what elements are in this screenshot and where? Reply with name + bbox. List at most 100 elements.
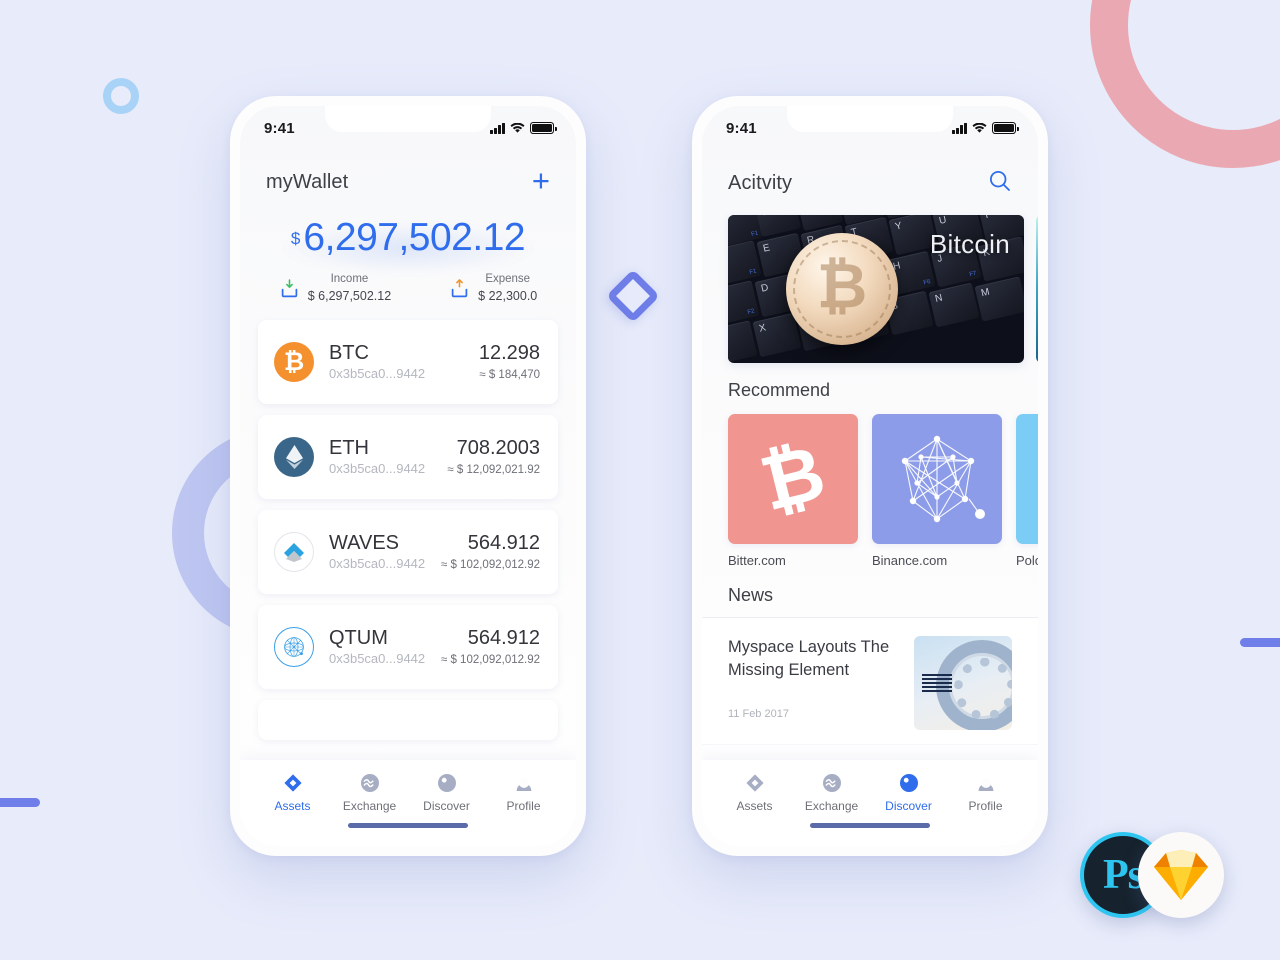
tab-profile[interactable]: Profile: [947, 772, 1024, 813]
tab-discover[interactable]: Discover: [870, 772, 947, 813]
profile-person-icon: [485, 772, 562, 794]
table-row[interactable]: WAVES 0x3b5ca0...9442 564.912 ≈ $ 102,09…: [258, 510, 558, 595]
banner-card-bitcoin[interactable]: ~F1 3 4 5 6 7 8 WF1 EF2 R T Y U I SF2 D: [728, 215, 1024, 363]
income-expense-row: Income $ 6,297,502.12 Expense $ 22,300.0: [240, 272, 576, 304]
add-wallet-button[interactable]: +: [532, 165, 550, 196]
recommend-label: Polone: [1016, 553, 1038, 568]
asset-amounts: 708.2003 ≈ $ 12,092,021.92: [447, 437, 540, 478]
tab-profile[interactable]: Profile: [485, 772, 562, 813]
expense-stat: Expense $ 22,300.0: [449, 272, 537, 304]
discover-compass-icon: [870, 772, 947, 794]
home-indicator[interactable]: [348, 823, 468, 828]
balance-amount: 6,297,502.12: [303, 216, 526, 259]
status-icons: [490, 122, 557, 134]
poloniex-icon: [1016, 414, 1038, 544]
bitcoin-b-icon: ₿: [728, 414, 858, 544]
asset-symbol: WAVES: [329, 531, 400, 554]
tab-label: Discover: [423, 799, 470, 813]
discover-compass-icon: [408, 772, 485, 794]
bitcoin-physical-coin: ₿: [786, 233, 898, 345]
tab-list: Assets Exchange Discover Profile: [240, 760, 576, 813]
status-icons: [952, 122, 1019, 134]
page-title: Acitvity: [728, 171, 793, 194]
wallet-navbar: myWallet +: [240, 146, 576, 196]
news-date: 11 Feb 2017: [728, 707, 789, 720]
asset-address: 0x3b5ca0...9442: [329, 555, 426, 571]
phone-mockup-activity: 9:41 Acitvity ~F1 3 4 5: [692, 96, 1048, 856]
asset-info: QTUM 0x3b5ca0...9442: [329, 627, 441, 668]
expense-value: $ 22,300.0: [478, 288, 538, 303]
signal-bars-icon: [952, 122, 967, 134]
asset-quantity: 564.912: [467, 626, 540, 649]
asset-quantity: 708.2003: [456, 436, 540, 459]
exchange-wave-icon: [331, 772, 408, 794]
qtum-coin-icon: [274, 627, 314, 668]
asset-amounts: 564.912 ≈ $ 102,092,012.92: [441, 532, 540, 573]
tab-exchange[interactable]: Exchange: [793, 772, 870, 813]
list-item[interactable]: Polone: [1016, 414, 1038, 568]
asset-amounts: 564.912 ≈ $ 102,092,012.92: [441, 627, 540, 668]
tab-label: Profile: [506, 799, 541, 813]
bottom-tab-bar: Assets Exchange Discover Profile: [702, 760, 1038, 846]
tab-list: Assets Exchange Discover Profile: [702, 760, 1038, 813]
recommend-label: Bitter.com: [728, 553, 786, 568]
asset-address: 0x3b5ca0...9442: [329, 365, 426, 381]
server-graphic-inner: [954, 658, 1012, 720]
asset-usd-value: ≈ $ 102,092,012.92: [440, 653, 540, 666]
tab-assets[interactable]: Assets: [716, 772, 793, 813]
table-row-partial[interactable]: [258, 700, 558, 741]
expense-label: Expense: [485, 273, 531, 285]
table-row[interactable]: ₿ BTC 0x3b5ca0...9442 12.298 ≈ $ 184,470: [258, 320, 558, 405]
news-thumbnail: [914, 636, 1012, 730]
bottom-tab-bar: Assets Exchange Discover Profile: [240, 760, 576, 846]
blue-ring-decoration: [103, 78, 139, 114]
battery-icon: [992, 122, 1019, 134]
recommend-list: ₿ Bitter.com Binance.com Pol: [702, 414, 1038, 568]
asset-amounts: 12.298 ≈ $ 184,470: [479, 342, 540, 383]
status-time: 9:41: [264, 119, 295, 137]
banner-card-next[interactable]: [1036, 215, 1038, 363]
search-icon[interactable]: [988, 169, 1012, 198]
tab-label: Exchange: [804, 799, 859, 813]
status-bar: 9:41: [240, 106, 576, 146]
left-bar-decoration: [0, 798, 40, 807]
expense-text: Expense $ 22,300.0: [478, 272, 537, 304]
list-item[interactable]: ₿ Bitter.com: [728, 414, 858, 568]
ethereum-coin-icon: [274, 437, 314, 478]
asset-quantity: 12.298: [478, 341, 540, 364]
income-label: Income: [330, 273, 369, 285]
asset-symbol: ETH: [329, 436, 369, 459]
tab-discover[interactable]: Discover: [408, 772, 485, 813]
news-text: Myspace Layouts The Missing Element 11 F…: [728, 636, 914, 720]
tab-label: Discover: [885, 799, 932, 813]
news-title: Myspace Layouts The Missing Element: [728, 638, 890, 679]
asset-info: BTC 0x3b5ca0...9442: [329, 342, 479, 383]
tab-label: Assets: [274, 799, 311, 813]
recommend-label: Binance.com: [872, 553, 948, 568]
sketch-gem-icon: [1154, 850, 1208, 900]
assets-diamond-icon: [716, 772, 793, 794]
asset-symbol: QTUM: [329, 626, 388, 649]
asset-list: ₿ BTC 0x3b5ca0...9442 12.298 ≈ $ 184,470…: [240, 320, 576, 741]
profile-person-icon: [947, 772, 1024, 794]
asset-info: ETH 0x3b5ca0...9442: [329, 437, 447, 478]
balance-section: $ 6,297,502.12 Income $ 6,297,502.12 Exp…: [240, 218, 576, 304]
asset-address: 0x3b5ca0...9442: [329, 650, 426, 666]
table-row[interactable]: ETH 0x3b5ca0...9442 708.2003 ≈ $ 12,092,…: [258, 415, 558, 500]
asset-address: 0x3b5ca0...9442: [329, 460, 426, 476]
list-item[interactable]: Myspace Layouts The Missing Element 11 F…: [702, 617, 1038, 744]
asset-symbol: BTC: [329, 341, 369, 364]
right-bar-decoration: [1240, 638, 1280, 647]
battery-icon: [530, 122, 557, 134]
tab-assets[interactable]: Assets: [254, 772, 331, 813]
tab-exchange[interactable]: Exchange: [331, 772, 408, 813]
asset-quantity: 564.912: [467, 531, 540, 554]
home-indicator[interactable]: [810, 823, 930, 828]
phone-mockup-wallet: 9:41 myWallet + $ 6,297,502.12 Income $ …: [230, 96, 586, 856]
wallet-screen: 9:41 myWallet + $ 6,297,502.12 Income $ …: [240, 106, 576, 846]
wifi-icon: [972, 122, 987, 134]
list-item[interactable]: Binance.com: [872, 414, 1002, 568]
signal-bars-icon: [490, 122, 505, 134]
banner-carousel[interactable]: ~F1 3 4 5 6 7 8 WF1 EF2 R T Y U I SF2 D: [702, 215, 1038, 363]
table-row[interactable]: QTUM 0x3b5ca0...9442 564.912 ≈ $ 102,092…: [258, 605, 558, 690]
